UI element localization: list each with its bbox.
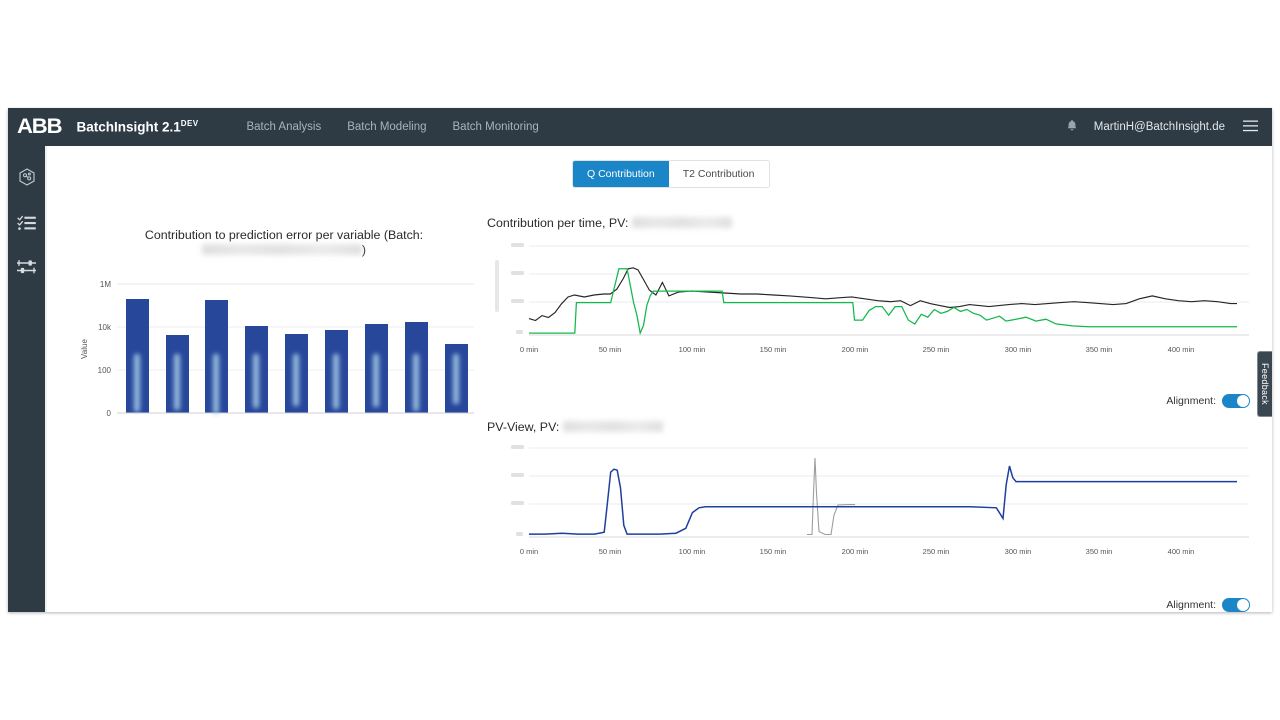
- molecule-icon: [17, 167, 37, 187]
- bar-chart-title-text: Contribution to prediction error per var…: [144, 228, 424, 242]
- app-title-dev-badge: DEV: [180, 119, 199, 129]
- app-window: ABB BatchInsight 2.1DEV Batch Analysis B…: [8, 108, 1272, 612]
- sidebar-item-batch-list[interactable]: [8, 202, 45, 243]
- nav-item-batch-monitoring[interactable]: Batch Monitoring: [453, 121, 539, 133]
- bar-x-label: [453, 354, 459, 404]
- contribution-per-time-title-text: Contribution per time, PV:: [487, 216, 629, 230]
- svg-text:200 min: 200 min: [842, 345, 869, 354]
- sidebar-item-batch-model[interactable]: [8, 156, 45, 197]
- contribution-dark-series: [528, 267, 1237, 322]
- feedback-tab-label: Feedback: [1260, 363, 1270, 405]
- alignment-label: Alignment:: [1166, 395, 1216, 407]
- svg-text:1M: 1M: [100, 280, 111, 289]
- pv-view-y-ticks-redacted: [511, 445, 524, 536]
- alignment-row-contribution: Alignment:: [1166, 394, 1250, 408]
- svg-text:0 min: 0 min: [520, 547, 538, 556]
- nav-item-batch-modeling[interactable]: Batch Modeling: [347, 121, 426, 133]
- bar-x-label: [174, 354, 180, 410]
- svg-text:400 min: 400 min: [1168, 345, 1195, 354]
- contribution-per-time-title: Contribution per time, PV:: [487, 216, 732, 230]
- left-icon-rail: [8, 146, 45, 612]
- toggle-knob: [1237, 395, 1249, 407]
- pv-view-title-text: PV-View, PV:: [487, 420, 560, 434]
- user-email-label[interactable]: MartinH@BatchInsight.de: [1094, 121, 1225, 133]
- svg-text:200 min: 200 min: [842, 547, 869, 556]
- svg-text:250 min: 250 min: [923, 345, 950, 354]
- pv-view-gridlines: [529, 447, 1249, 538]
- toggle-knob: [1237, 599, 1249, 611]
- tab-t2-contribution[interactable]: T2 Contribution: [668, 161, 769, 187]
- alignment-row-pv-view: Alignment:: [1166, 598, 1250, 612]
- contribution-per-time-plot: 0 min 50 min 100 min 150 min 200 min 250…: [495, 243, 1249, 354]
- svg-text:400 min: 400 min: [1168, 547, 1195, 556]
- bar-chart-batch-name-redacted: [201, 244, 362, 256]
- alignment-toggle-pv-view[interactable]: [1222, 598, 1250, 612]
- svg-text:350 min: 350 min: [1086, 547, 1113, 556]
- svg-text:50 min: 50 min: [599, 345, 622, 354]
- bar-x-label: [253, 354, 259, 408]
- contribution-pv-name-redacted: [631, 217, 732, 228]
- hamburger-menu-icon[interactable]: [1243, 120, 1258, 135]
- svg-text:100 min: 100 min: [679, 547, 706, 556]
- primary-nav: Batch Analysis Batch Modeling Batch Moni…: [220, 121, 538, 133]
- svg-text:300 min: 300 min: [1005, 547, 1032, 556]
- app-title: BatchInsight 2.1DEV: [77, 119, 199, 135]
- svg-text:350 min: 350 min: [1086, 345, 1113, 354]
- contribution-tab-group: Q Contribution T2 Contribution: [572, 160, 770, 188]
- svg-text:50 min: 50 min: [599, 547, 622, 556]
- bar-chart-x-axis-labels-redacted: [69, 350, 489, 440]
- pv-view-pv-name-redacted: [562, 421, 663, 432]
- pv-view-x-ticks: 0 min 50 min 100 min 150 min 200 min 250…: [520, 547, 1195, 556]
- svg-text:150 min: 150 min: [760, 345, 787, 354]
- svg-text:10k: 10k: [98, 323, 112, 332]
- contribution-x-ticks: 0 min 50 min 100 min 150 min 200 min 250…: [520, 345, 1195, 354]
- bar-x-label: [293, 354, 299, 406]
- bar-x-label: [333, 354, 339, 409]
- svg-text:250 min: 250 min: [923, 547, 950, 556]
- svg-text:100 min: 100 min: [679, 345, 706, 354]
- feedback-tab[interactable]: Feedback: [1257, 351, 1272, 417]
- nav-item-batch-analysis[interactable]: Batch Analysis: [246, 121, 321, 133]
- bar-chart-title: Contribution to prediction error per var…: [89, 228, 479, 258]
- bar-chart-title-suffix: ): [361, 243, 367, 258]
- tab-q-contribution[interactable]: Q Contribution: [573, 161, 669, 187]
- svg-text:0 min: 0 min: [520, 345, 538, 354]
- notification-bell-icon[interactable]: [1066, 119, 1078, 135]
- top-navigation-bar: ABB BatchInsight 2.1DEV Batch Analysis B…: [8, 108, 1272, 146]
- checklist-icon: [16, 214, 37, 232]
- alignment-label: Alignment:: [1166, 599, 1216, 611]
- pv-view-title: PV-View, PV:: [487, 420, 663, 434]
- bar-x-label: [213, 354, 219, 414]
- sidebar-item-batch-settings[interactable]: [8, 246, 45, 287]
- contribution-gridlines: [529, 245, 1249, 336]
- sliders-icon: [16, 259, 37, 275]
- contribution-y-ticks-redacted: [495, 243, 524, 334]
- app-title-text: BatchInsight 2.1: [76, 119, 181, 135]
- svg-text:300 min: 300 min: [1005, 345, 1032, 354]
- abb-logo: ABB: [16, 115, 63, 138]
- bar-x-label: [134, 354, 140, 412]
- pv-view-plot: 0 min 50 min 100 min 150 min 200 min 250…: [511, 445, 1249, 556]
- top-bar-right-group: MartinH@BatchInsight.de: [1066, 119, 1272, 135]
- pv-gray-spike-series: [807, 457, 855, 536]
- bar-x-label: [413, 354, 419, 411]
- main-content-area: Q Contribution T2 Contribution Contribut…: [45, 146, 1272, 612]
- bar-x-label: [373, 354, 379, 407]
- svg-text:150 min: 150 min: [760, 547, 787, 556]
- alignment-toggle-contribution[interactable]: [1222, 394, 1250, 408]
- contribution-per-variable-panel: Contribution to prediction error per var…: [69, 228, 489, 548]
